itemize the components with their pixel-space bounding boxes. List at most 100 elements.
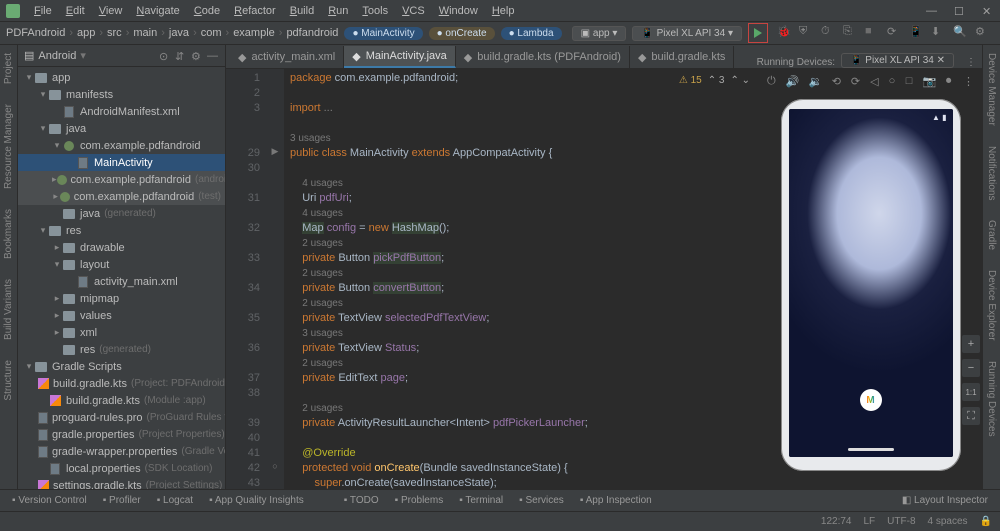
menu-build[interactable]: Build <box>284 3 320 19</box>
expand-icon[interactable]: ⇵ <box>175 50 187 62</box>
readonly-icon[interactable]: 🔒 <box>980 516 992 527</box>
tool-app-quality-insights[interactable]: ▪ App Quality Insights <box>203 495 310 506</box>
coverage-icon[interactable]: ⛨ <box>799 25 815 41</box>
tree-node[interactable]: ▾com.example.pdfandroid <box>18 137 225 154</box>
tree-node[interactable]: ▾java <box>18 120 225 137</box>
stop-icon[interactable]: ■ <box>865 25 881 41</box>
home-icon[interactable]: ○ <box>889 75 896 88</box>
sync-icon[interactable]: ⟳ <box>887 25 903 41</box>
tool-bookmarks[interactable]: Bookmarks <box>3 205 14 263</box>
attach-debugger-icon[interactable]: ⎘ <box>843 25 859 41</box>
tool-problems[interactable]: ▪ Problems <box>389 495 450 506</box>
running-device[interactable]: 📱 Pixel XL API 34 ✕ <box>841 53 954 68</box>
debug-icon[interactable]: 🐞 <box>777 25 793 41</box>
run-config-selector[interactable]: ▣ app ▾ <box>572 26 627 41</box>
tabs-more-icon[interactable]: ⋮ <box>960 57 982 68</box>
zoom-out-icon[interactable]: − <box>962 359 980 377</box>
breadcrumb-tag[interactable]: ● onCreate <box>429 27 495 40</box>
run-button[interactable] <box>748 23 768 43</box>
record-icon[interactable]: ⏺ <box>946 75 953 88</box>
breadcrumb[interactable]: app <box>77 27 95 39</box>
avd-icon[interactable]: 📱 <box>909 25 925 41</box>
breadcrumb[interactable]: src <box>107 27 122 39</box>
breadcrumb-tag[interactable]: ● MainActivity <box>344 27 422 40</box>
encoding[interactable]: UTF-8 <box>887 516 915 527</box>
breadcrumb[interactable]: PDFAndroid <box>6 27 65 39</box>
screenshot-icon[interactable]: 📷 <box>923 75 936 88</box>
tree-node[interactable]: ▸xml <box>18 324 225 341</box>
tree-node[interactable]: build.gradle.kts(Project: PDFAndroid) <box>18 375 225 392</box>
tool-resource-manager[interactable]: Resource Manager <box>3 100 14 193</box>
menu-code[interactable]: Code <box>188 3 226 19</box>
editor-tab[interactable]: ◆build.gradle.kts (PDFAndroid) <box>456 46 630 68</box>
caret-position[interactable]: 122:74 <box>821 516 852 527</box>
tree-node[interactable]: ▸values <box>18 307 225 324</box>
tool-structure[interactable]: Structure <box>3 356 14 405</box>
breadcrumb[interactable]: pdfandroid <box>286 27 338 39</box>
editor-tab[interactable]: ◆activity_main.xml <box>230 46 344 68</box>
zoom-reset-icon[interactable]: ⛶ <box>962 407 980 425</box>
gmail-icon[interactable]: M <box>860 389 882 411</box>
tree-node[interactable]: res(generated) <box>18 341 225 358</box>
tool-project[interactable]: Project <box>3 49 14 88</box>
tree-node[interactable]: ▸drawable <box>18 239 225 256</box>
editor-tab[interactable]: ◆build.gradle.kts <box>630 46 734 68</box>
device-selector[interactable]: 📱 Pixel XL API 34 ▾ <box>632 26 742 41</box>
back-icon[interactable]: ◁ <box>870 75 878 88</box>
tree-node[interactable]: activity_main.xml <box>18 273 225 290</box>
tree-node[interactable]: ▾Gradle Scripts <box>18 358 225 375</box>
maximize-icon[interactable]: ☐ <box>954 5 966 17</box>
profile-icon[interactable]: ⏱ <box>821 25 837 41</box>
tree-node[interactable]: gradle.properties(Project Properties) <box>18 426 225 443</box>
tree-node[interactable]: ▸com.example.pdfandroid(test) <box>18 188 225 205</box>
power-icon[interactable]: ⏻ <box>767 75 776 88</box>
project-tree[interactable]: ▾app▾manifestsAndroidManifest.xml▾java▾c… <box>18 67 225 489</box>
breadcrumb[interactable]: java <box>169 27 189 39</box>
search-icon[interactable]: 🔍 <box>953 25 969 41</box>
tool-app-inspection[interactable]: ▪ App Inspection <box>574 495 658 506</box>
tool-notifications[interactable]: Notifications <box>986 142 997 204</box>
menu-vcs[interactable]: VCS <box>396 3 431 19</box>
breadcrumb[interactable]: main <box>133 27 157 39</box>
tree-node[interactable]: ▸mipmap <box>18 290 225 307</box>
device-screen[interactable]: ▲ ▮ M <box>789 109 953 457</box>
tool-logcat[interactable]: ▪ Logcat <box>151 495 199 506</box>
more-icon[interactable]: ⋮ <box>963 75 974 88</box>
tree-node[interactable]: AndroidManifest.xml <box>18 103 225 120</box>
inspection-widget[interactable]: ⚠ 15 ⌃ 3 ⌃ ⌄ <box>679 73 750 88</box>
breadcrumb[interactable]: example <box>233 27 275 39</box>
tree-node[interactable]: ▸com.example.pdfandroid(androidTest) <box>18 171 225 188</box>
code-editor[interactable]: ⚠ 15 ⌃ 3 ⌃ ⌄ package com.example.pdfandr… <box>284 69 758 489</box>
menu-navigate[interactable]: Navigate <box>130 3 185 19</box>
tree-node[interactable]: ▾layout <box>18 256 225 273</box>
tool-todo[interactable]: ▪ TODO <box>338 495 385 506</box>
zoom-in-icon[interactable]: + <box>962 335 980 353</box>
tool-running-devices[interactable]: Running Devices <box>986 357 997 441</box>
gear-icon[interactable]: ⚙ <box>191 50 203 62</box>
tree-node[interactable]: settings.gradle.kts(Project Settings) <box>18 477 225 489</box>
nav-pill[interactable] <box>848 448 894 451</box>
tree-node[interactable]: build.gradle.kts(Module :app) <box>18 392 225 409</box>
breadcrumb[interactable]: com <box>201 27 222 39</box>
tree-node[interactable]: ▾manifests <box>18 86 225 103</box>
tool-version-control[interactable]: ▪ Version Control <box>6 495 93 506</box>
rotate-right-icon[interactable]: ⟳ <box>851 75 860 88</box>
tool-profiler[interactable]: ▪ Profiler <box>97 495 147 506</box>
menu-edit[interactable]: Edit <box>60 3 91 19</box>
volume-up-icon[interactable]: 🔊 <box>786 75 799 88</box>
menu-window[interactable]: Window <box>433 3 484 19</box>
sdk-icon[interactable]: ⬇ <box>931 25 947 41</box>
tree-node[interactable]: proguard-rules.pro(ProGuard Rules for ":… <box>18 409 225 426</box>
menu-help[interactable]: Help <box>486 3 521 19</box>
layout-inspector[interactable]: ◧ Layout Inspector <box>896 495 994 506</box>
tool-services[interactable]: ▪ Services <box>513 495 570 506</box>
menu-refactor[interactable]: Refactor <box>228 3 282 19</box>
tree-node[interactable]: java(generated) <box>18 205 225 222</box>
breadcrumb-tag[interactable]: ● Lambda <box>501 27 562 40</box>
tree-node[interactable]: ▾res <box>18 222 225 239</box>
hide-icon[interactable]: ― <box>207 50 219 62</box>
gutter-marks[interactable]: ▶○ <box>266 69 284 489</box>
close-icon[interactable]: ✕ <box>982 5 994 17</box>
tool-gradle[interactable]: Gradle <box>986 216 997 254</box>
indent[interactable]: 4 spaces <box>928 516 968 527</box>
